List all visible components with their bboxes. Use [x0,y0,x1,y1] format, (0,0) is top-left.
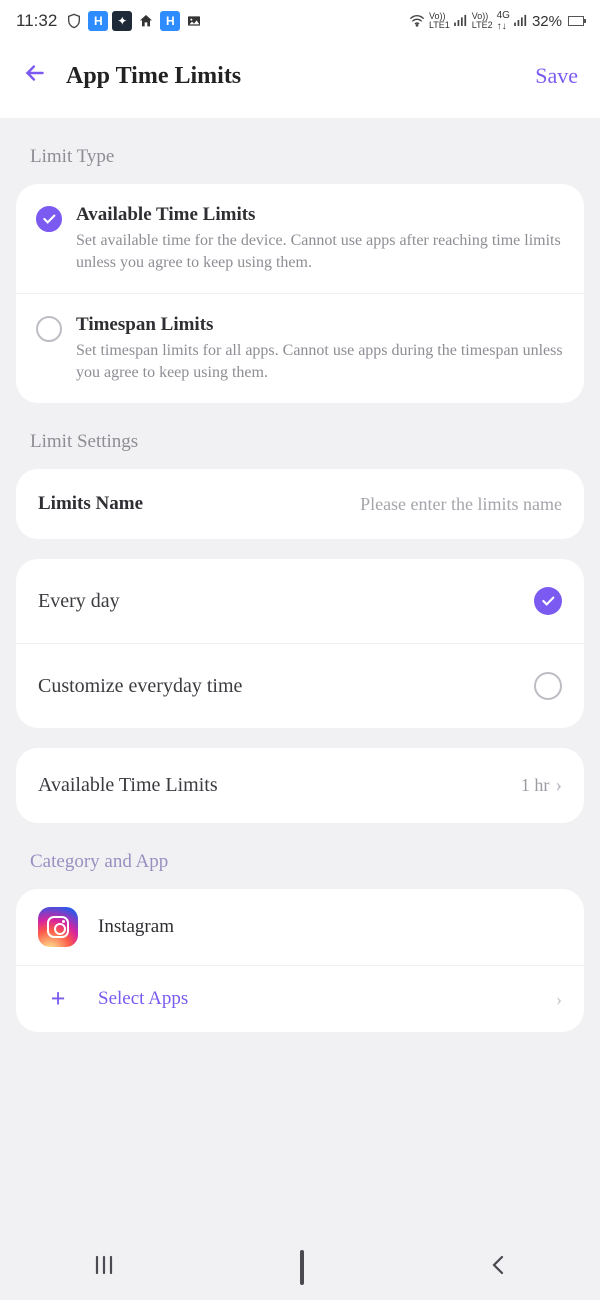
page-title: App Time Limits [66,63,241,90]
app-row-instagram[interactable]: Instagram [16,889,584,965]
plus-icon: + [38,984,78,1014]
section-label-limit-settings: Limit Settings [0,403,600,469]
radio-unchecked-icon [36,316,62,342]
status-bar: 11:32 H ✦ H Vo))LTE1 Vo))LTE2 4G↑↓ [0,0,600,42]
chevron-right-icon: › [556,989,562,1010]
wifi-icon [409,13,425,30]
app-icon-1: H [88,11,108,31]
every-day-row[interactable]: Every day [16,559,584,643]
chevron-right-icon: › [555,774,562,797]
app-icon-3: H [160,11,180,31]
option-available-time-limits[interactable]: Available Time Limits Set available time… [16,184,584,293]
select-apps-row[interactable]: + Select Apps › [16,965,584,1032]
option-desc: Set timespan limits for all apps. Cannot… [76,340,564,383]
customize-row[interactable]: Customize everyday time [16,643,584,728]
system-nav-bar [0,1236,600,1300]
check-on-icon [534,587,562,615]
back-button[interactable] [22,60,48,92]
schedule-card: Every day Customize everyday time [16,559,584,728]
limits-name-input[interactable] [163,494,562,515]
status-right: Vo))LTE1 Vo))LTE2 4G↑↓ 32% [409,10,584,32]
status-tray-icons: H ✦ H [64,11,204,31]
save-button[interactable]: Save [535,63,578,89]
customize-label: Customize everyday time [38,675,242,698]
option-title: Timespan Limits [76,314,564,336]
signal-icon-2 [514,14,528,29]
every-day-label: Every day [38,590,120,613]
instagram-icon [38,907,78,947]
limits-name-row[interactable]: Limits Name [16,469,584,539]
available-time-label: Available Time Limits [38,774,218,797]
back-nav-button[interactable] [488,1252,508,1284]
shield-icon [64,11,84,31]
app-icon-2: ✦ [112,11,132,31]
option-timespan-limits[interactable]: Timespan Limits Set timespan limits for … [16,293,584,403]
limits-name-card: Limits Name [16,469,584,539]
app-name: Instagram [98,916,174,938]
section-label-category: Category and App [0,823,600,889]
radio-checked-icon [36,206,62,232]
available-time-row[interactable]: Available Time Limits 1 hr › [16,748,584,823]
option-desc: Set available time for the device. Canno… [76,230,564,273]
home-button[interactable] [300,1252,304,1284]
option-title: Available Time Limits [76,204,564,226]
battery-percent: 32% [532,13,562,30]
available-time-card: Available Time Limits 1 hr › [16,748,584,823]
home-icon [136,11,156,31]
app-header: App Time Limits Save [0,42,600,118]
battery-icon [568,16,584,26]
gallery-icon [184,11,204,31]
select-apps-label: Select Apps [98,988,536,1010]
check-off-icon [534,672,562,700]
available-time-value: 1 hr [521,775,550,796]
signal-icon-1 [454,14,468,29]
recents-button[interactable] [92,1252,116,1284]
apps-card: Instagram + Select Apps › [16,889,584,1032]
status-time: 11:32 [16,11,57,31]
section-label-limit-type: Limit Type [0,118,600,184]
limit-type-card: Available Time Limits Set available time… [16,184,584,403]
limits-name-label: Limits Name [38,493,143,515]
